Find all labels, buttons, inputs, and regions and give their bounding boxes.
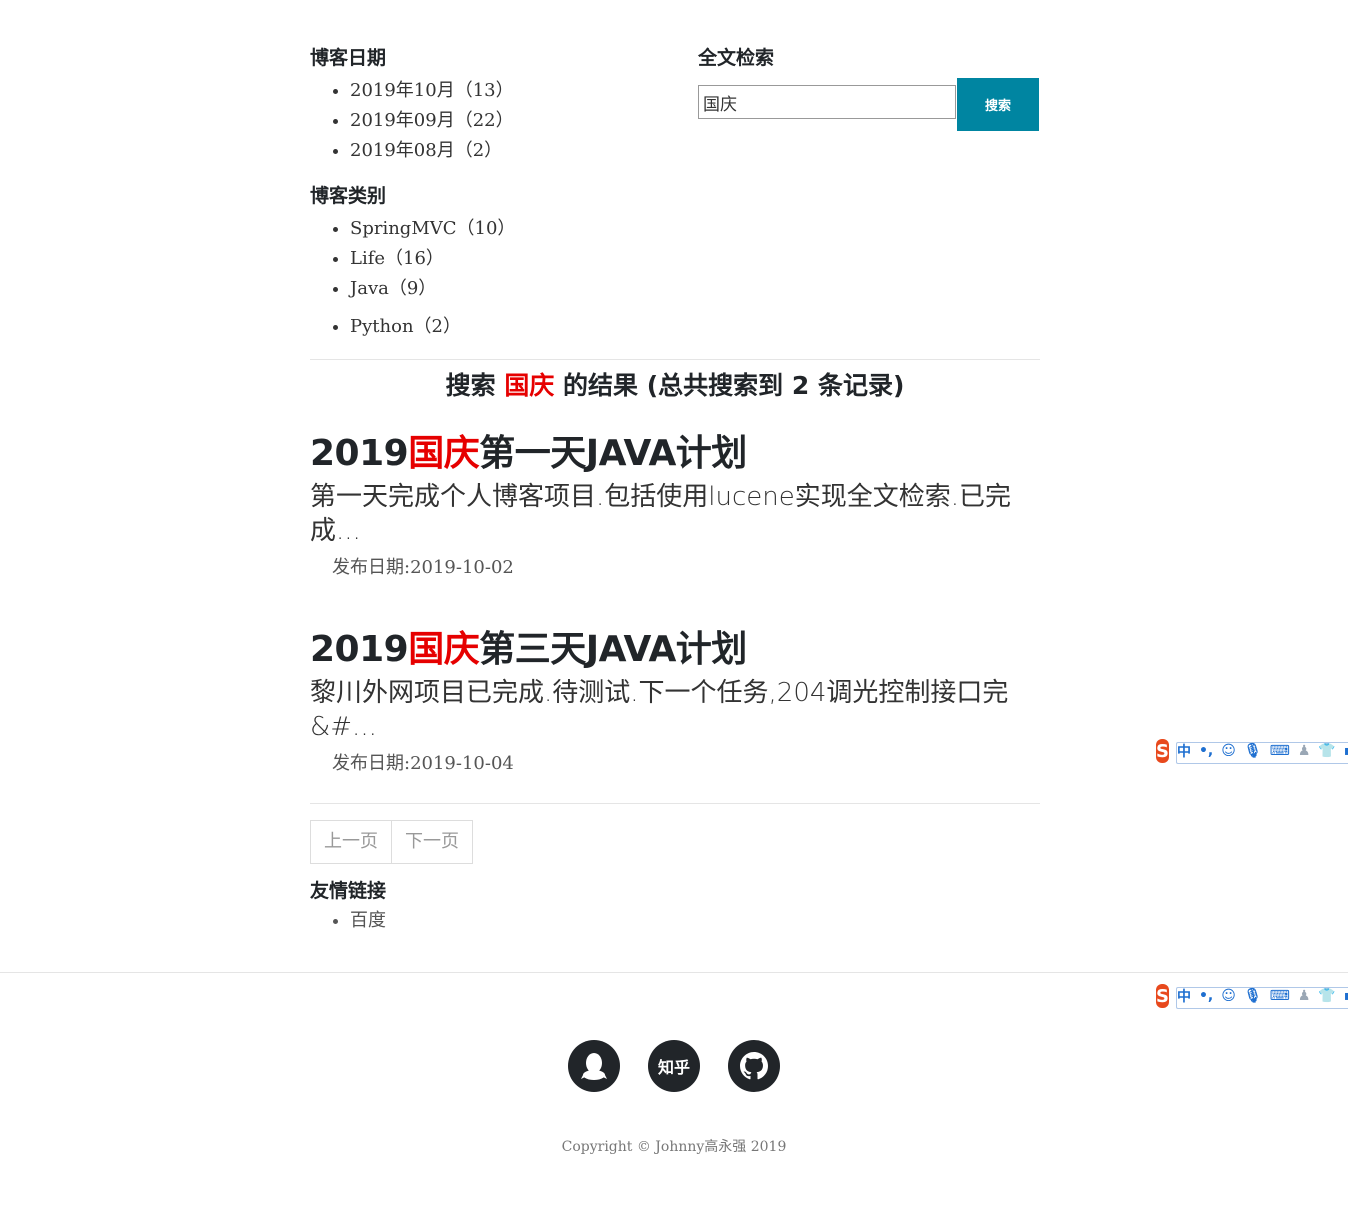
post-title-keyword: 国庆 [408, 433, 480, 474]
links-heading: 友情链接 [310, 880, 387, 902]
user-icon[interactable]: ♟ [1298, 988, 1311, 1004]
search-panel: 全文检索 搜索 [698, 44, 1040, 132]
ime-items: 中 •, ☺ 🎙 ⌨ ♟ 👕 ▪ [1177, 741, 1348, 761]
category-item[interactable]: SpringMVC（10） [350, 214, 690, 244]
date-item[interactable]: 2019年09月（22） [350, 106, 690, 136]
keyboard-icon[interactable]: ⌨ [1270, 743, 1290, 759]
ime-mode[interactable]: 中 [1177, 741, 1191, 761]
results-suffix: 的结果 (总共搜索到 2 条记录) [563, 371, 905, 400]
friend-link[interactable]: 百度 [350, 906, 386, 936]
results-prefix: 搜索 [445, 371, 496, 400]
divider [310, 803, 1040, 804]
category-item[interactable]: Java（9） [350, 274, 690, 304]
ime-toolbar[interactable]: S 中 •, ☺ 🎙 ⌨ ♟ 👕 ▪ [1156, 738, 1348, 764]
skin-icon[interactable]: 👕 [1318, 988, 1335, 1004]
post-summary: 黎川外网项目已完成.待测试.下一个任务,204调光控制接口完&#... [310, 678, 1009, 742]
keyboard-icon[interactable]: ⌨ [1270, 988, 1290, 1004]
post-title-part: 第一天JAVA计划 [479, 433, 747, 474]
user-icon[interactable]: ♟ [1298, 743, 1311, 759]
post-title-keyword: 国庆 [408, 629, 480, 670]
ime-mode[interactable]: 中 [1177, 986, 1191, 1006]
post-title-part: 2019 [310, 629, 409, 670]
post-summary: 第一天完成个人博客项目.包括使用lucene实现全文检索.已完成... [310, 482, 1011, 546]
punctuation-icon[interactable]: •, [1199, 743, 1213, 759]
post-date: 发布日期:2019-10-02 [332, 557, 514, 578]
dates-list: 2019年10月（13） 2019年09月（22） 2019年08月（2） [310, 76, 690, 166]
microphone-icon[interactable]: 🎙 [1244, 988, 1262, 1004]
sidebar: 博客日期 2019年10月（13） 2019年09月（22） 2019年08月（… [310, 44, 690, 352]
pagination: 上一页 下一页 [310, 820, 473, 864]
qq-icon [581, 1053, 607, 1080]
github-icon [740, 1052, 768, 1080]
qq-link[interactable] [568, 1040, 620, 1092]
search-input[interactable] [698, 85, 956, 119]
post-date: 发布日期:2019-10-04 [332, 753, 514, 774]
microphone-icon[interactable]: 🎙 [1244, 743, 1262, 759]
category-item[interactable]: Life（16） [350, 244, 690, 274]
emoji-icon[interactable]: ☺ [1221, 743, 1236, 759]
ime-toolbar[interactable]: S 中 •, ☺ 🎙 ⌨ ♟ 👕 ▪ [1156, 983, 1348, 1009]
sogou-logo-icon[interactable]: S [1156, 984, 1169, 1008]
divider [310, 359, 1040, 360]
skin-icon[interactable]: 👕 [1318, 743, 1335, 759]
punctuation-icon[interactable]: •, [1199, 988, 1213, 1004]
post-title-part: 第三天JAVA计划 [479, 629, 747, 670]
post-title-part: 2019 [310, 433, 409, 474]
post-preview[interactable]: 2019国庆第一天JAVA计划 第一天完成个人博客项目.包括使用lucene实现… [310, 432, 1040, 582]
search-heading: 全文检索 [698, 47, 775, 69]
next-page-button[interactable]: 下一页 [392, 820, 473, 864]
dates-heading: 博客日期 [310, 47, 387, 69]
emoji-icon[interactable]: ☺ [1221, 988, 1236, 1004]
zhihu-icon: 知乎 [657, 1058, 690, 1077]
menu-icon[interactable]: ▪ [1344, 988, 1348, 1004]
ime-items: 中 •, ☺ 🎙 ⌨ ♟ 👕 ▪ [1177, 986, 1348, 1006]
copyright: Copyright © Johnny高永强 2019 [561, 1139, 787, 1155]
sogou-logo-icon[interactable]: S [1156, 739, 1169, 763]
zhihu-link[interactable]: 知乎 [648, 1040, 700, 1092]
prev-page-button[interactable]: 上一页 [310, 820, 392, 864]
github-link[interactable] [728, 1040, 780, 1092]
categories-list: SpringMVC（10） Life（16） Java（9） Python（2） [310, 214, 690, 342]
footer-divider [0, 972, 1348, 973]
post-preview[interactable]: 2019国庆第三天JAVA计划 黎川外网项目已完成.待测试.下一个任务,204调… [310, 628, 1040, 778]
search-form: 搜索 [698, 78, 1040, 132]
post-title[interactable]: 2019国庆第一天JAVA计划 [310, 432, 1040, 476]
menu-icon[interactable]: ▪ [1344, 743, 1348, 759]
search-button[interactable]: 搜索 [957, 78, 1039, 131]
date-item[interactable]: 2019年08月（2） [350, 136, 690, 166]
categories-heading: 博客类别 [310, 185, 387, 207]
date-item[interactable]: 2019年10月（13） [350, 76, 690, 106]
results-heading: 搜索 国庆 的结果 (总共搜索到 2 条记录) [310, 368, 1040, 404]
category-item[interactable]: Python（2） [350, 312, 690, 342]
results-keyword: 国庆 [504, 371, 555, 400]
links-list: 百度 [310, 906, 386, 936]
post-title[interactable]: 2019国庆第三天JAVA计划 [310, 628, 1040, 672]
